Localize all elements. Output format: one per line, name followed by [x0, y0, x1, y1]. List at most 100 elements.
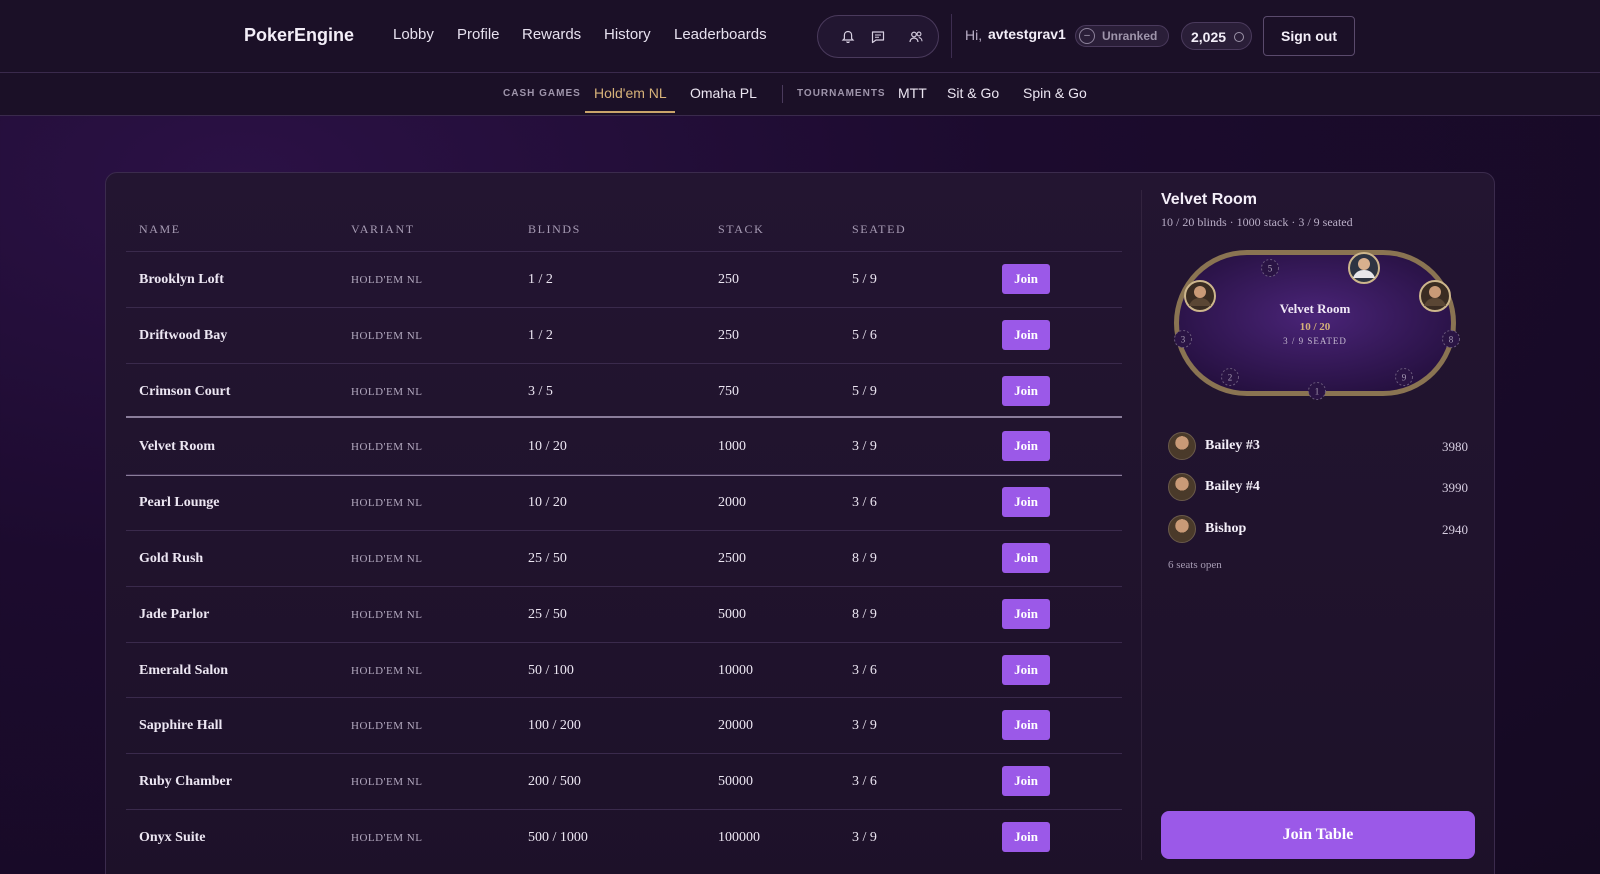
join-button[interactable]: Join: [1002, 431, 1050, 462]
nav-leaderboards[interactable]: Leaderboards: [674, 26, 767, 43]
col-header-seated[interactable]: SEATED: [852, 222, 906, 237]
empty-seat[interactable]: 2: [1221, 368, 1239, 386]
table-variant: HOLD'EM NL: [351, 497, 423, 510]
table-blinds: 3 / 5: [528, 383, 553, 399]
col-header-blinds[interactable]: BLINDS: [528, 222, 581, 237]
seated-player-avatar[interactable]: [1348, 252, 1380, 284]
table-name: Ruby Chamber: [139, 774, 232, 790]
empty-seat[interactable]: 3: [1174, 330, 1192, 348]
table-name: Onyx Suite: [139, 830, 206, 845]
join-button[interactable]: Join: [1002, 319, 1050, 350]
table-variant: HOLD'EM NL: [351, 776, 423, 789]
table-name: Brooklyn Loft: [139, 272, 224, 287]
tab-holdem-nl[interactable]: Hold'em NL: [594, 85, 667, 101]
subnav-divider: [782, 85, 783, 103]
nav-profile[interactable]: Profile: [457, 26, 500, 43]
seated-player-avatar[interactable]: [1419, 280, 1451, 312]
col-header-stack[interactable]: STACK: [718, 222, 764, 237]
game-type-nav: CASH GAMES Hold'em NL Omaha PL TOURNAMEN…: [0, 73, 1600, 116]
svg-text:3: 3: [1181, 335, 1186, 345]
chat-icon[interactable]: [870, 29, 886, 45]
username: avtestgrav1: [988, 26, 1066, 42]
table-stack: 20000: [718, 718, 753, 734]
join-button[interactable]: Join: [1002, 654, 1050, 685]
table-blinds: 200 / 500: [528, 774, 581, 790]
icon-group: [817, 15, 939, 58]
join-table-button[interactable]: Join Table: [1161, 811, 1475, 859]
join-button[interactable]: Join: [1002, 543, 1050, 573]
join-button[interactable]: Join: [1002, 766, 1050, 797]
table-name: Driftwood Bay: [139, 327, 228, 343]
table-row[interactable]: Driftwood Bay HOLD'EM NL 1 / 2 250 5 / 6 Join: [126, 306, 1122, 363]
nav-history[interactable]: History: [604, 26, 651, 43]
table-seated: 8 / 9: [852, 551, 877, 566]
table-blinds: 50 / 100: [528, 662, 574, 678]
table-variant: HOLD'EM NL: [351, 441, 423, 454]
felt-seated: 3 / 9 SEATED: [1283, 336, 1347, 346]
table-row[interactable]: Onyx Suite HOLD'EM NL 500 / 1000 100000 3 / …: [126, 809, 1122, 865]
player-name: Bishop: [1205, 521, 1247, 536]
player-avatar: [1168, 432, 1196, 460]
brand-logo[interactable]: PokerEngine: [244, 25, 354, 46]
table-preview: Velvet Room 10 / 20 3 / 9 SEATED 5 3 8 2…: [1174, 250, 1460, 400]
empty-seat[interactable]: 8: [1442, 330, 1460, 348]
friends-icon[interactable]: [908, 29, 924, 45]
table-variant: HOLD'EM NL: [351, 832, 423, 844]
table-name: Crimson Court: [139, 383, 231, 399]
table-row[interactable]: Emerald Salon HOLD'EM NL 50 / 100 10000 3 / …: [126, 641, 1122, 698]
join-button[interactable]: Join: [1002, 710, 1050, 741]
svg-text:2: 2: [1228, 373, 1233, 383]
col-header-variant[interactable]: VARIANT: [351, 222, 415, 237]
tab-mtt[interactable]: MTT: [898, 85, 927, 101]
tab-sit-and-go[interactable]: Sit & Go: [947, 85, 999, 101]
col-header-name[interactable]: NAME: [139, 222, 181, 237]
nav-lobby[interactable]: Lobby: [393, 26, 434, 43]
svg-text:1: 1: [1315, 387, 1320, 397]
table-row[interactable]: Pearl Lounge HOLD'EM NL 10 / 20 2000 3 / 6 Jo…: [126, 474, 1122, 530]
table-row[interactable]: Velvet Room HOLD'EM NL 10 / 20 1000 3 / 9 Joi…: [126, 416, 1122, 477]
sign-out-button[interactable]: Sign out: [1263, 16, 1355, 56]
cash-games-label: CASH GAMES: [503, 88, 581, 99]
svg-text:5: 5: [1268, 264, 1273, 274]
player-row: Bailey #4 3990: [1168, 473, 1468, 505]
table-name: Emerald Salon: [139, 662, 229, 678]
table-stack: 2500: [718, 551, 746, 566]
table-name: Sapphire Hall: [139, 718, 223, 734]
table-blinds: 1 / 2: [528, 327, 553, 343]
tab-spin-and-go[interactable]: Spin & Go: [1023, 85, 1087, 101]
table-variant: HOLD'EM NL: [351, 664, 423, 677]
empty-seat[interactable]: 1: [1308, 382, 1326, 400]
join-button[interactable]: Join: [1002, 598, 1050, 629]
join-button[interactable]: Join: [1002, 822, 1050, 852]
table-row[interactable]: Brooklyn Loft HOLD'EM NL 1 / 2 250 5 / 9 Join: [126, 251, 1122, 307]
detail-subtitle: 10 / 20 blinds · 1000 stack · 3 / 9 seat…: [1161, 215, 1353, 229]
seated-player-avatar[interactable]: [1184, 280, 1216, 312]
table-seated: 5 / 9: [852, 272, 877, 287]
empty-seat[interactable]: 9: [1395, 368, 1413, 386]
bell-icon[interactable]: [840, 29, 856, 45]
table-blinds: 10 / 20: [528, 439, 567, 455]
table-seated: 3 / 6: [852, 774, 877, 790]
table-variant: HOLD'EM NL: [351, 385, 423, 398]
balance-badge: 2,025: [1181, 22, 1252, 50]
table-name: Velvet Room: [139, 439, 216, 455]
table-stack: 250: [718, 272, 739, 287]
table-stack: 5000: [718, 606, 746, 622]
join-button[interactable]: Join: [1002, 487, 1050, 518]
tab-omaha-pl[interactable]: Omaha PL: [690, 85, 757, 101]
nav-rewards[interactable]: Rewards: [522, 26, 581, 43]
rank-label: Unranked: [1102, 29, 1158, 43]
table-row[interactable]: Crimson Court HOLD'EM NL 3 / 5 750 5 / 9 Join: [126, 362, 1122, 419]
table-blinds: 10 / 20: [528, 495, 567, 511]
table-row[interactable]: Ruby Chamber HOLD'EM NL 200 / 500 50000 3 / …: [126, 753, 1122, 809]
empty-seat[interactable]: 5: [1261, 259, 1279, 277]
table-row[interactable]: Sapphire Hall HOLD'EM NL 100 / 200 20000 3 /…: [126, 697, 1122, 753]
join-button[interactable]: Join: [1002, 264, 1050, 294]
table-blinds: 1 / 2: [528, 272, 553, 287]
table-row[interactable]: Jade Parlor HOLD'EM NL 25 / 50 5000 8 / 9 Joi…: [126, 585, 1122, 642]
table-variant: HOLD'EM NL: [351, 329, 423, 342]
join-button[interactable]: Join: [1002, 375, 1050, 406]
seats-open-text: 6 seats open: [1168, 559, 1222, 571]
table-row[interactable]: Gold Rush HOLD'EM NL 25 / 50 2500 8 / 9 Join: [126, 530, 1122, 586]
table-stack: 1000: [718, 439, 746, 455]
